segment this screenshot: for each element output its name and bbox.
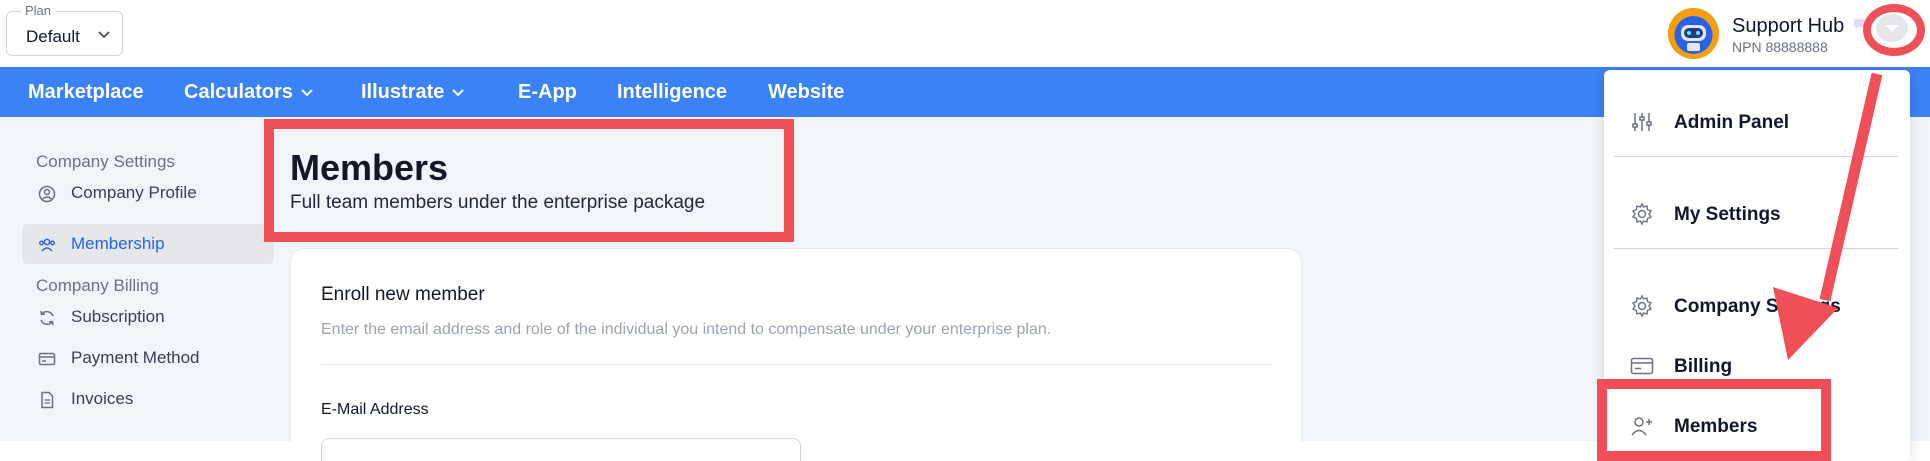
sidebar-item-membership[interactable]: Membership [22,224,274,264]
annotation-circle-menu-toggle [1863,4,1925,56]
credit-card-icon [38,352,56,366]
nav-label: Illustrate [361,81,445,103]
menu-item-label: Billing [1674,356,1733,377]
sliders-icon [1632,113,1652,131]
sidebar-item-label: Subscription [71,307,165,326]
nav-item-illustrate[interactable]: Illustrate [361,81,465,104]
menu-divider [1614,156,1898,157]
plan-label: Plan [21,3,56,18]
menu-item-my-settings[interactable]: My Settings [1604,188,1910,238]
email-field[interactable] [321,438,801,461]
user-circle-icon [38,185,56,203]
divider [321,364,1272,365]
enroll-member-card: Enroll new member Enter the email addres… [290,248,1302,461]
menu-item-company-settings[interactable]: Company Settings [1604,280,1910,330]
gear-icon [1631,202,1653,226]
card-description: Enter the email address and role of the … [321,321,1052,338]
menu-item-label: Admin Panel [1674,112,1790,133]
annotation-box-members-item [1597,379,1831,461]
sidebar-item-label: Invoices [71,389,134,408]
nav-item-intelligence[interactable]: Intelligence [617,81,727,104]
menu-divider [1614,248,1898,249]
menu-item-label: Company Settings [1674,296,1841,317]
users-icon [39,238,55,252]
sidebar-item-subscription[interactable]: Subscription [22,297,274,337]
nav-label: E-App [518,81,577,103]
user-name: Support Hub [1732,15,1845,37]
chevron-down-icon [301,89,313,97]
sidebar-section-company-settings: Company Settings [36,152,175,171]
sidebar-item-payment-method[interactable]: Payment Method [22,338,274,378]
sidebar-item-invoices[interactable]: Invoices [22,379,274,419]
nav-label: Website [768,81,845,103]
menu-item-label: My Settings [1674,204,1781,225]
email-label: E-Mail Address [321,401,429,418]
plan-value: Default [26,27,80,46]
plan-select[interactable]: Plan Default [6,3,123,56]
annotation-box-page-header [264,119,794,242]
top-bar: Plan Default Support Hub NPN 88888888 [0,0,1930,67]
nav-item-marketplace[interactable]: Marketplace [28,81,144,104]
avatar [1668,8,1719,59]
nav-item-e-app[interactable]: E-App [518,81,577,104]
sidebar-section-company-billing: Company Billing [36,276,159,295]
nav-item-website[interactable]: Website [768,81,844,104]
nav-label: Intelligence [617,81,728,103]
user-npn: NPN 88888888 [1732,39,1828,55]
nav-label: Marketplace [28,81,144,103]
nav-item-calculators[interactable]: Calculators [184,81,313,104]
credit-card-icon [1630,357,1654,375]
document-icon [41,391,54,409]
card-title: Enroll new member [321,284,485,305]
menu-item-admin-panel[interactable]: Admin Panel [1604,96,1910,146]
sidebar-item-label: Company Profile [71,183,197,202]
sidebar-item-company-profile[interactable]: Company Profile [22,173,274,213]
refresh-icon [40,310,54,326]
nav-label: Calculators [184,81,293,103]
chevron-down-icon [98,31,110,39]
sidebar-item-label: Membership [71,234,165,253]
gear-icon [1631,294,1653,318]
chevron-down-icon [452,89,465,97]
settings-sidebar: Company Settings Company Profile Members… [0,117,275,441]
sidebar-item-label: Payment Method [71,348,200,367]
